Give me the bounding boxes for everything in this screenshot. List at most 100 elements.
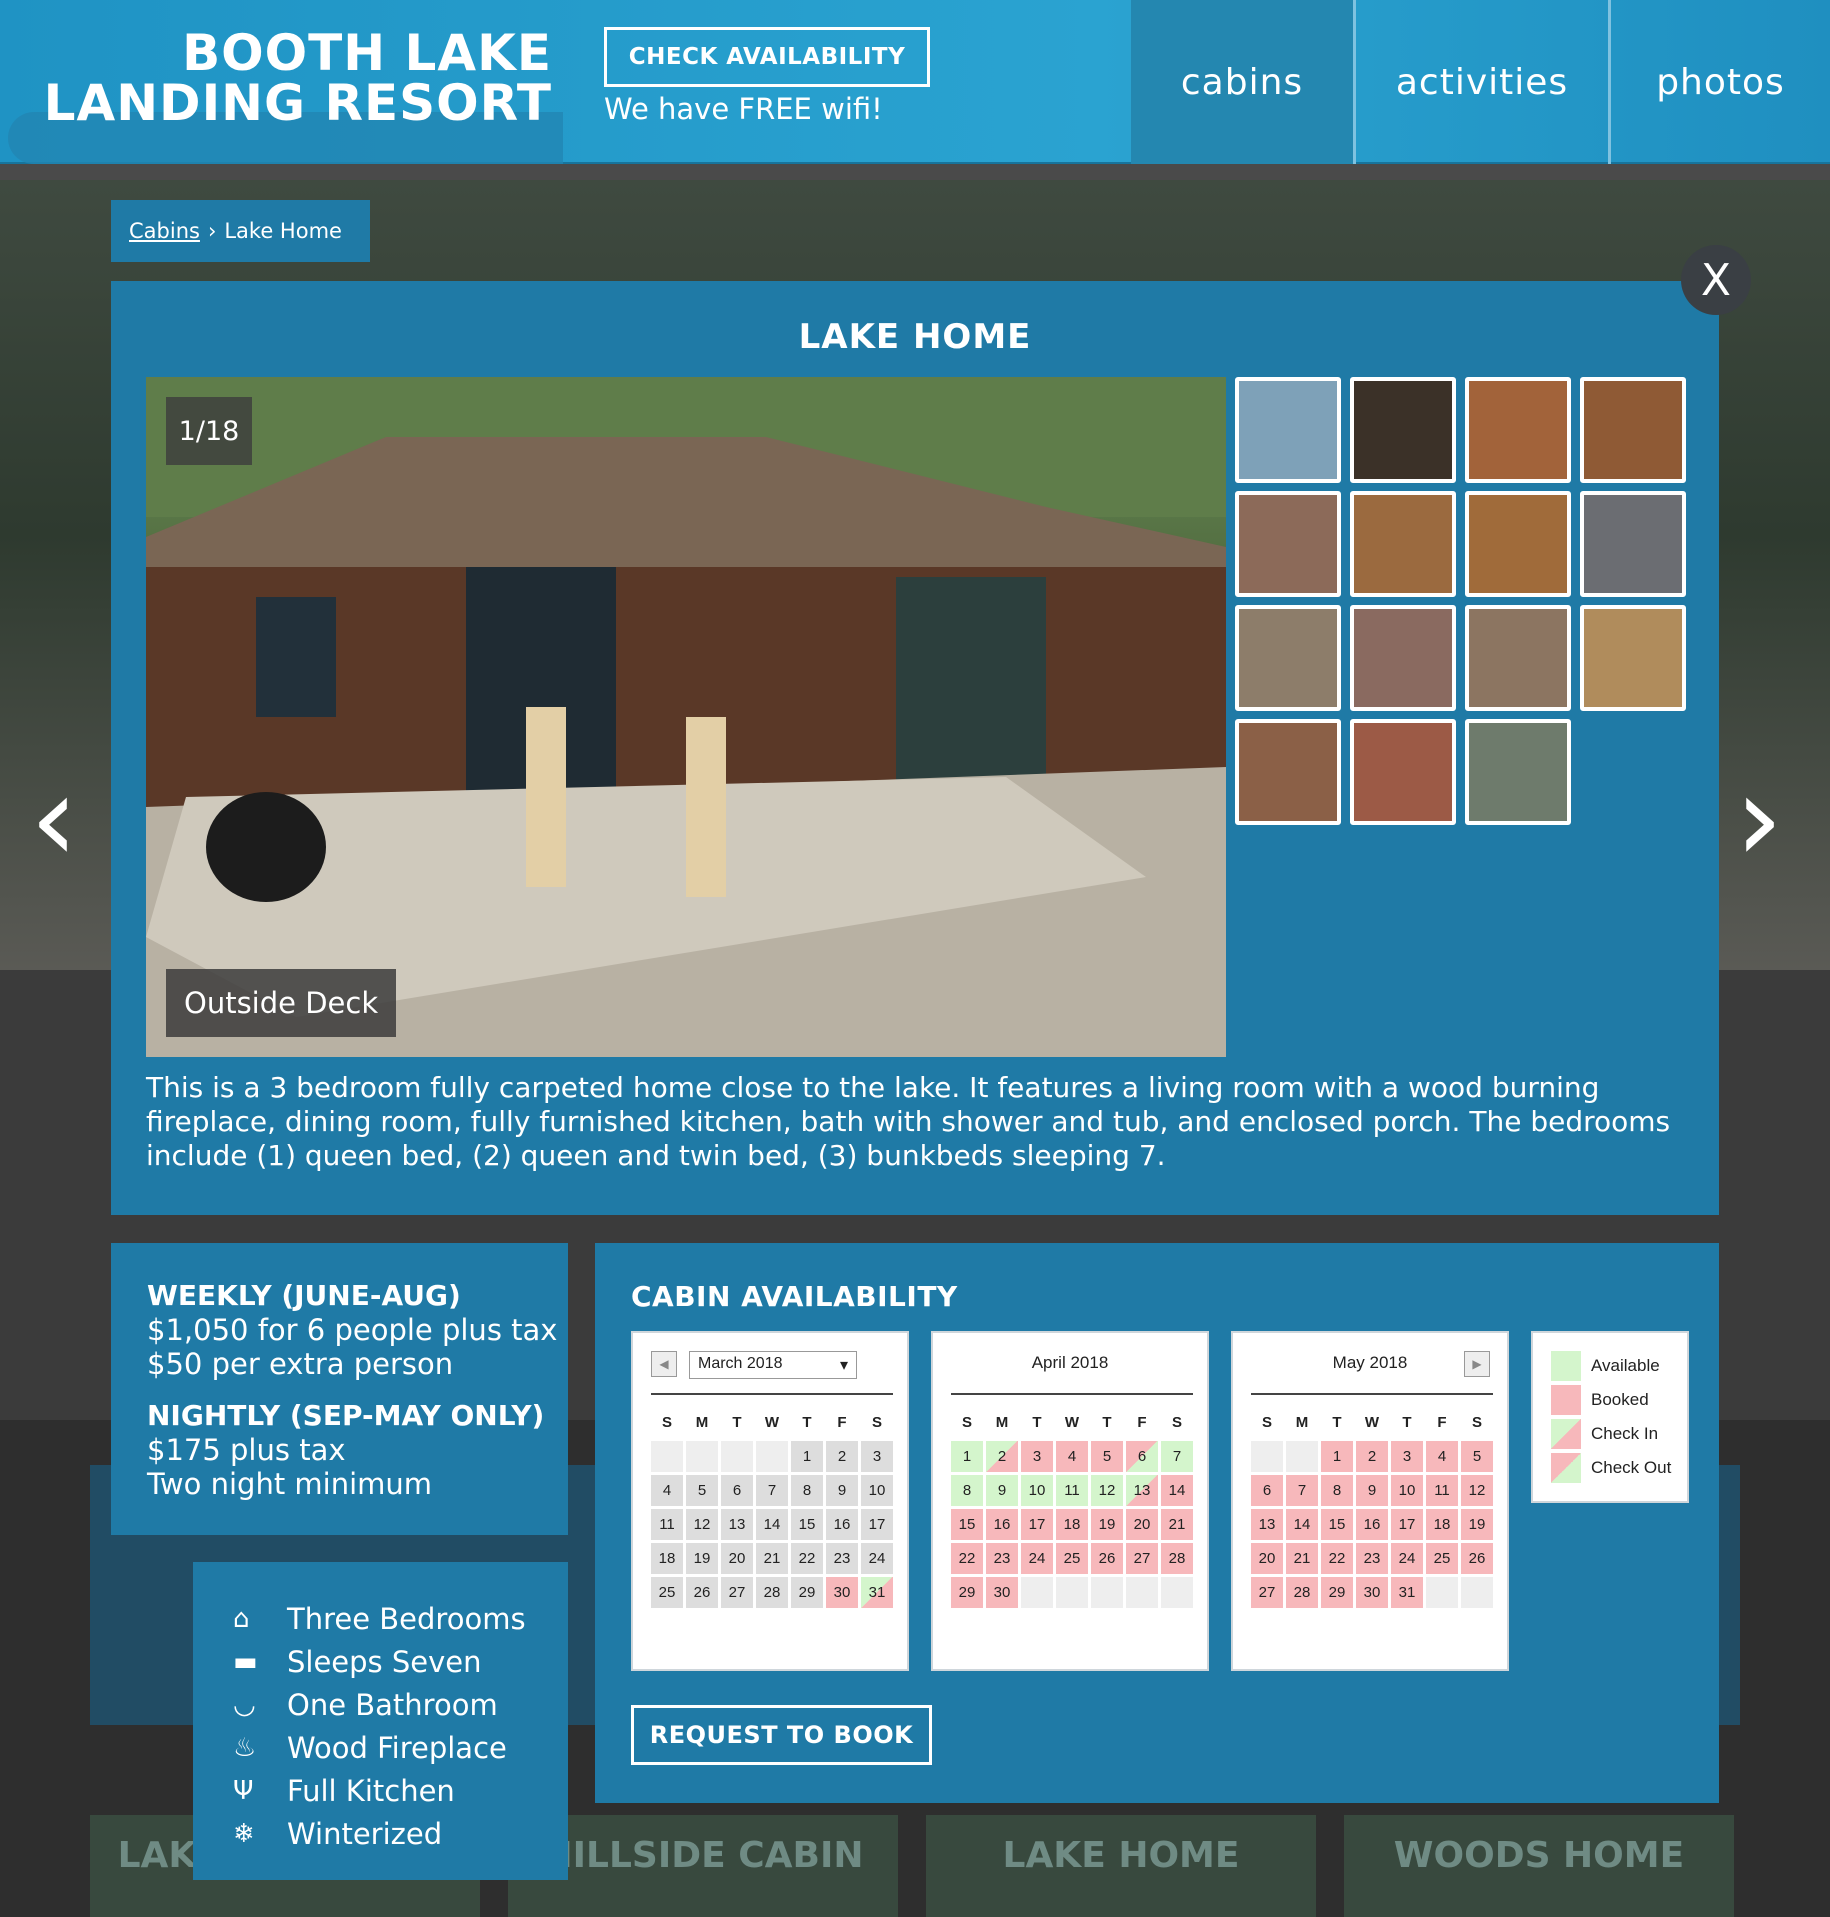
month-select[interactable]: March 2018 ▾ [689,1351,857,1379]
calendar-day[interactable]: 27 [721,1577,753,1608]
calendar-day[interactable]: 17 [1391,1509,1423,1540]
calendar-day[interactable]: 24 [861,1543,893,1574]
thumbnail[interactable] [1350,491,1456,597]
calendar-day[interactable]: 31 [861,1577,893,1608]
calendar-day[interactable]: 5 [1461,1441,1493,1472]
calendar-day[interactable]: 20 [1251,1543,1283,1574]
calendar-day[interactable]: 16 [986,1509,1018,1540]
calendar-day[interactable]: 16 [1356,1509,1388,1540]
main-photo[interactable]: 1/18 Outside Deck [146,377,1226,1057]
calendar-day[interactable]: 3 [1391,1441,1423,1472]
calendar-day[interactable]: 28 [1161,1543,1193,1574]
calendar-day[interactable]: 5 [686,1475,718,1506]
calendar-day[interactable]: 5 [1091,1441,1123,1472]
calendar-day[interactable]: 24 [1391,1543,1423,1574]
calendar-day[interactable]: 21 [756,1543,788,1574]
calendar-day[interactable]: 20 [721,1543,753,1574]
calendar-day[interactable]: 16 [826,1509,858,1540]
thumbnail[interactable] [1580,491,1686,597]
next-photo-arrow-icon[interactable]: › [1735,760,1783,880]
calendar-day[interactable]: 19 [686,1543,718,1574]
calendar-day[interactable]: 9 [986,1475,1018,1506]
thumbnail[interactable] [1235,377,1341,483]
calendar-day[interactable]: 6 [1126,1441,1158,1472]
calendar-day[interactable]: 2 [986,1441,1018,1472]
calendar-day[interactable]: 7 [1161,1441,1193,1472]
thumbnail[interactable] [1580,605,1686,711]
calendar-day[interactable]: 3 [1021,1441,1053,1472]
calendar-day[interactable]: 15 [791,1509,823,1540]
calendar-day[interactable]: 30 [1356,1577,1388,1608]
calendar-day[interactable]: 15 [1321,1509,1353,1540]
thumbnail[interactable] [1350,719,1456,825]
calendar-day[interactable]: 19 [1091,1509,1123,1540]
calendar-day[interactable]: 18 [1426,1509,1458,1540]
calendar-day[interactable]: 10 [1391,1475,1423,1506]
cabin-card[interactable]: LAKE HOME [926,1815,1316,1917]
calendar-day[interactable]: 1 [1321,1441,1353,1472]
cabin-card[interactable]: WOODS HOME [1344,1815,1734,1917]
thumbnail[interactable] [1235,605,1341,711]
calendar-day[interactable]: 19 [1461,1509,1493,1540]
breadcrumb-link-cabins[interactable]: Cabins [129,219,200,243]
calendar-day[interactable]: 28 [1286,1577,1318,1608]
calendar-day[interactable]: 21 [1286,1543,1318,1574]
calendar-day[interactable]: 17 [1021,1509,1053,1540]
calendar-day[interactable]: 4 [1426,1441,1458,1472]
calendar-day[interactable]: 8 [1321,1475,1353,1506]
calendar-day[interactable]: 23 [826,1543,858,1574]
thumbnail[interactable] [1235,719,1341,825]
calendar-day[interactable]: 12 [686,1509,718,1540]
nav-item-cabins[interactable]: cabins [1131,0,1353,164]
calendar-day[interactable]: 10 [861,1475,893,1506]
previous-month-arrow-icon[interactable]: ◀ [651,1351,677,1377]
calendar-day[interactable]: 1 [791,1441,823,1472]
close-lightbox-button[interactable]: X [1681,245,1751,315]
calendar-day[interactable]: 6 [721,1475,753,1506]
calendar-day[interactable]: 18 [651,1543,683,1574]
calendar-day[interactable]: 13 [721,1509,753,1540]
calendar-day[interactable]: 14 [1286,1509,1318,1540]
calendar-day[interactable]: 26 [686,1577,718,1608]
calendar-day[interactable]: 25 [1426,1543,1458,1574]
calendar-day[interactable]: 4 [651,1475,683,1506]
calendar-day[interactable]: 26 [1091,1543,1123,1574]
thumbnail[interactable] [1465,491,1571,597]
previous-photo-arrow-icon[interactable]: ‹ [30,760,78,880]
next-month-arrow-icon[interactable]: ▶ [1464,1351,1490,1377]
calendar-day[interactable]: 31 [1391,1577,1423,1608]
calendar-day[interactable]: 29 [1321,1577,1353,1608]
calendar-day[interactable]: 25 [651,1577,683,1608]
calendar-day[interactable]: 30 [826,1577,858,1608]
calendar-day[interactable]: 6 [1251,1475,1283,1506]
thumbnail[interactable] [1235,491,1341,597]
calendar-day[interactable]: 3 [861,1441,893,1472]
calendar-day[interactable]: 27 [1251,1577,1283,1608]
calendar-day[interactable]: 1 [951,1441,983,1472]
calendar-day[interactable]: 12 [1461,1475,1493,1506]
thumbnail[interactable] [1350,605,1456,711]
calendar-day[interactable]: 14 [1161,1475,1193,1506]
calendar-day[interactable]: 22 [791,1543,823,1574]
nav-item-activities[interactable]: activities [1353,0,1608,164]
calendar-day[interactable]: 25 [1056,1543,1088,1574]
request-to-book-button[interactable]: REQUEST TO BOOK [631,1705,932,1765]
calendar-day[interactable]: 11 [1426,1475,1458,1506]
thumbnail[interactable] [1580,377,1686,483]
calendar-day[interactable]: 11 [651,1509,683,1540]
calendar-day[interactable]: 2 [826,1441,858,1472]
calendar-day[interactable]: 18 [1056,1509,1088,1540]
calendar-day[interactable]: 13 [1251,1509,1283,1540]
calendar-day[interactable]: 12 [1091,1475,1123,1506]
calendar-day[interactable]: 22 [1321,1543,1353,1574]
thumbnail[interactable] [1465,605,1571,711]
check-availability-button[interactable]: CHECK AVAILABILITY [604,27,930,87]
calendar-day[interactable]: 4 [1056,1441,1088,1472]
calendar-day[interactable]: 28 [756,1577,788,1608]
calendar-day[interactable]: 13 [1126,1475,1158,1506]
thumbnail[interactable] [1350,377,1456,483]
calendar-day[interactable]: 27 [1126,1543,1158,1574]
calendar-day[interactable]: 21 [1161,1509,1193,1540]
calendar-day[interactable]: 10 [1021,1475,1053,1506]
calendar-day[interactable]: 29 [951,1577,983,1608]
